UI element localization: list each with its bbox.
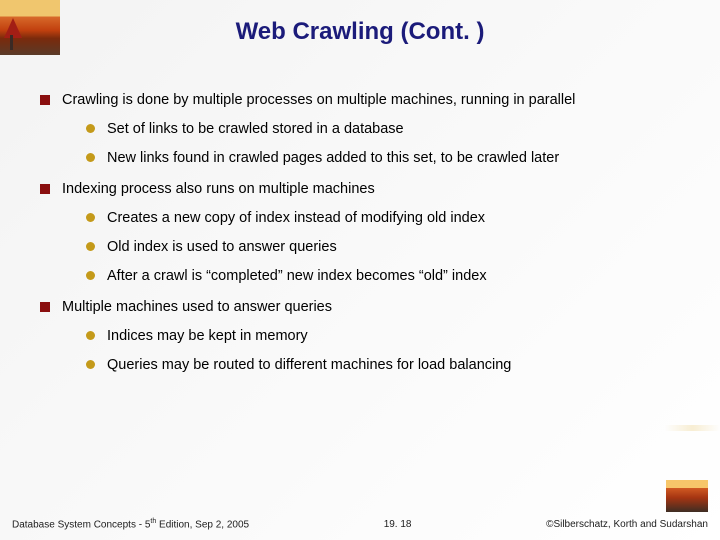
bullet-text: Queries may be routed to different machi… <box>107 355 511 376</box>
bullet-text: Creates a new copy of index instead of m… <box>107 208 485 229</box>
slide-footer: Database System Concepts - 5th Edition, … <box>12 518 708 530</box>
bullet-text: Multiple machines used to answer queries <box>62 297 332 318</box>
footer-center: 19. 18 <box>384 519 412 530</box>
footer-left-text-b: Edition, Sep 2, 2005 <box>156 519 249 530</box>
list-item: Old index is used to answer queries <box>86 237 690 258</box>
square-bullet-icon <box>40 184 50 194</box>
square-bullet-icon <box>40 95 50 105</box>
list-item: Set of links to be crawled stored in a d… <box>86 119 690 140</box>
slide-content: Crawling is done by multiple processes o… <box>40 80 690 378</box>
list-item: Creates a new copy of index instead of m… <box>86 208 690 229</box>
bullet-text: After a crawl is “completed” new index b… <box>107 266 487 287</box>
list-item: Indices may be kept in memory <box>86 326 690 347</box>
circle-bullet-icon <box>86 242 95 251</box>
accent-stripe <box>665 425 720 431</box>
footer-left-text-a: Database System Concepts - 5 <box>12 519 150 530</box>
footer-left: Database System Concepts - 5th Edition, … <box>12 518 249 530</box>
list-item: Multiple machines used to answer queries <box>40 297 690 318</box>
circle-bullet-icon <box>86 360 95 369</box>
circle-bullet-icon <box>86 331 95 340</box>
circle-bullet-icon <box>86 153 95 162</box>
list-item: Indexing process also runs on multiple m… <box>40 179 690 200</box>
circle-bullet-icon <box>86 271 95 280</box>
circle-bullet-icon <box>86 124 95 133</box>
circle-bullet-icon <box>86 213 95 222</box>
bullet-text: Indices may be kept in memory <box>107 326 308 347</box>
sunset-thumbnail-icon <box>666 480 708 512</box>
bullet-text: Indexing process also runs on multiple m… <box>62 179 375 200</box>
list-item: Crawling is done by multiple processes o… <box>40 90 690 111</box>
bullet-text: Set of links to be crawled stored in a d… <box>107 119 404 140</box>
footer-right: ©Silberschatz, Korth and Sudarshan <box>546 519 708 530</box>
list-item: New links found in crawled pages added t… <box>86 148 690 169</box>
bullet-text: Old index is used to answer queries <box>107 237 337 258</box>
bullet-text: New links found in crawled pages added t… <box>107 148 559 169</box>
bullet-text: Crawling is done by multiple processes o… <box>62 90 575 111</box>
slide: Web Crawling (Cont. ) Crawling is done b… <box>0 0 720 540</box>
list-item: Queries may be routed to different machi… <box>86 355 690 376</box>
list-item: After a crawl is “completed” new index b… <box>86 266 690 287</box>
slide-title: Web Crawling (Cont. ) <box>0 18 720 46</box>
square-bullet-icon <box>40 302 50 312</box>
